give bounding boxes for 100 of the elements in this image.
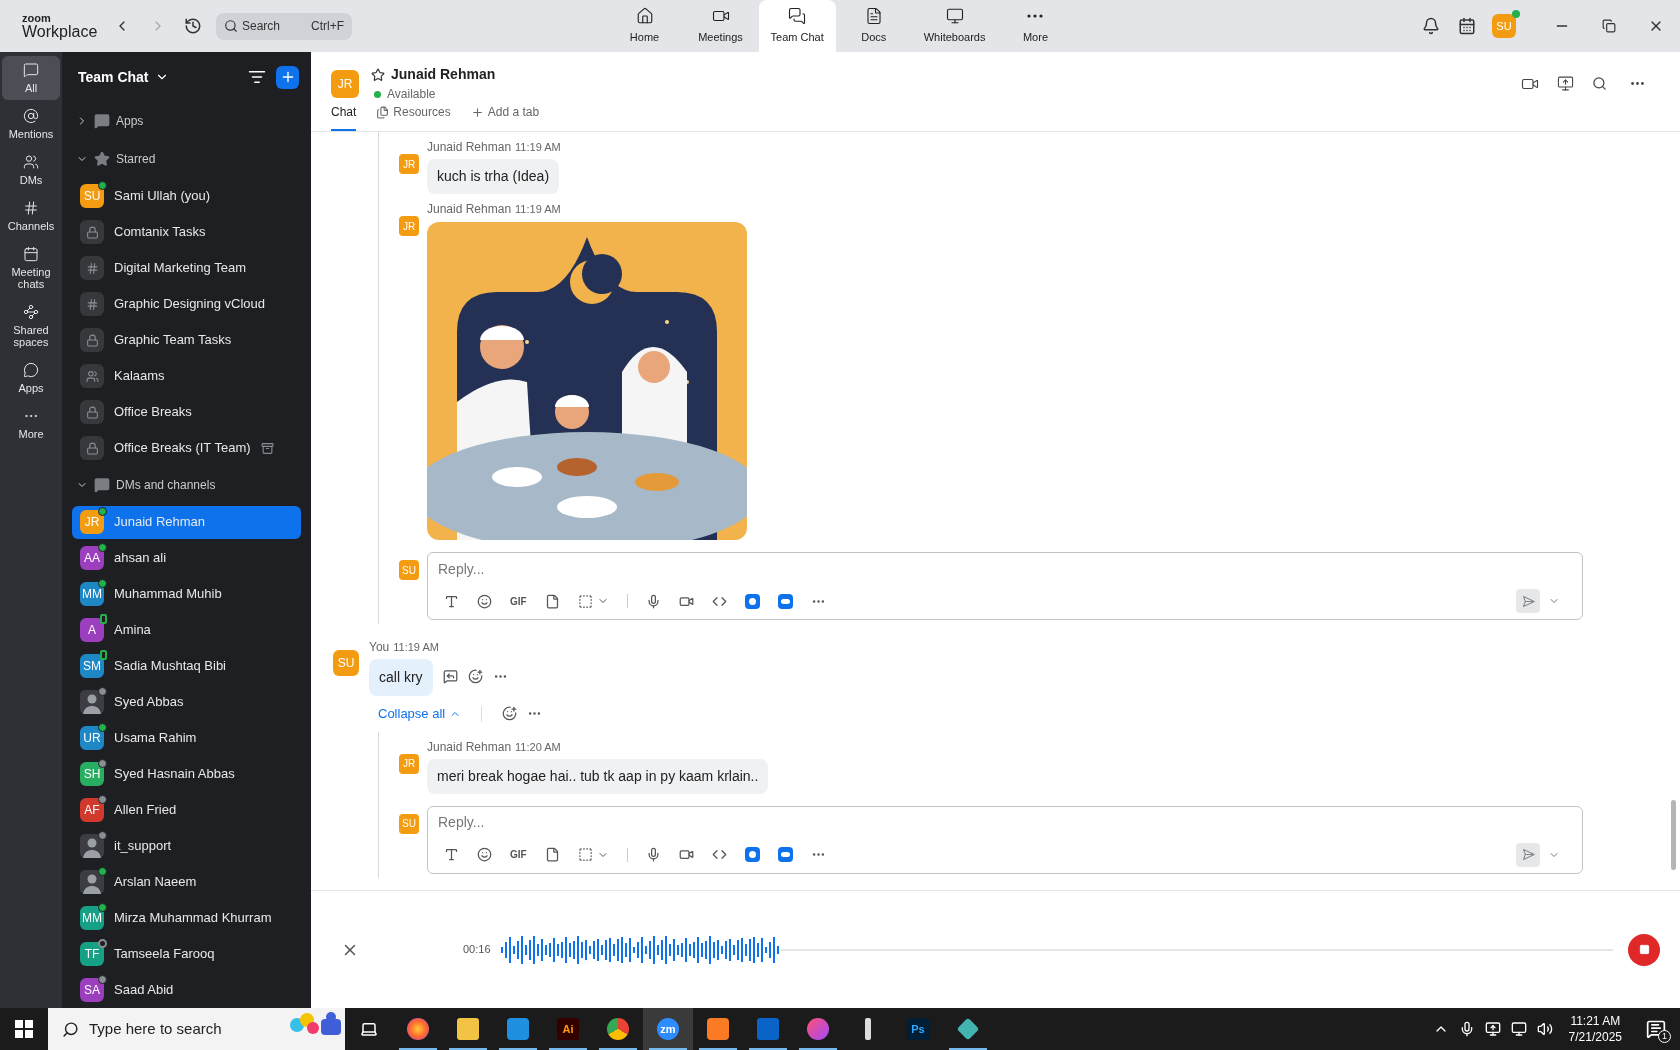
microphone-icon[interactable] <box>645 593 661 609</box>
star-icon[interactable] <box>371 67 385 82</box>
filter-icon[interactable] <box>248 68 266 86</box>
chat-name: it_support <box>114 837 172 856</box>
format-icon[interactable] <box>444 847 459 862</box>
rail-item[interactable]: More <box>2 402 60 446</box>
nav-tab[interactable]: Home <box>606 0 683 52</box>
chat-list-item[interactable]: Graphic Designing vCloud <box>72 287 301 321</box>
taskbar-app-button[interactable]: Ai <box>543 1008 593 1050</box>
network-icon[interactable] <box>1510 1021 1527 1037</box>
chat-list-item[interactable]: it_support <box>72 829 301 863</box>
chat-list-item[interactable]: SH Syed Hasnain Abbas <box>72 757 301 791</box>
sidebar-title[interactable]: Team Chat <box>78 66 149 88</box>
emoji-icon[interactable] <box>477 847 492 862</box>
gif-button[interactable]: GIF <box>510 847 527 862</box>
add-reaction-icon[interactable] <box>467 668 483 684</box>
collapse-all-link[interactable]: Collapse all <box>378 704 462 724</box>
microphone-icon[interactable] <box>645 847 661 862</box>
chat-list-item[interactable]: MM Mirza Muhammad Khurram <box>72 901 301 935</box>
file-icon[interactable] <box>544 593 560 609</box>
chat-list-item[interactable]: SA Saad Abid <box>72 973 301 1007</box>
section-header[interactable]: DMs and channels <box>72 466 301 504</box>
reply-box[interactable]: Reply... GIF <box>427 552 1583 620</box>
chat-list-item[interactable]: Digital Marketing Team <box>72 251 301 285</box>
clock-date[interactable]: 7/21/2025 <box>1568 1029 1622 1045</box>
chat-list-item[interactable]: MM Muhammad Muhib <box>72 577 301 611</box>
emoji-icon[interactable] <box>477 593 492 609</box>
gif-button[interactable]: GIF <box>510 593 527 609</box>
chat-tab[interactable]: Add a tab <box>470 103 540 131</box>
code-icon[interactable] <box>711 847 727 862</box>
people-icon <box>23 154 39 170</box>
app-icon[interactable] <box>744 593 760 609</box>
chat-list-item[interactable]: Kalaams <box>72 359 301 393</box>
history-icon[interactable] <box>184 17 202 35</box>
notification-center-icon[interactable] <box>1646 1019 1666 1039</box>
logo-text: Workplace <box>22 23 99 40</box>
reply-icon[interactable] <box>442 668 458 684</box>
format-icon[interactable] <box>444 593 459 609</box>
chat-list-item[interactable]: Syed Abbas <box>72 685 301 719</box>
reply-input[interactable]: Reply... <box>438 812 1572 833</box>
chat-name: Arslan Naeem <box>114 873 197 892</box>
rail-item[interactable]: Meeting chats <box>2 240 60 296</box>
video-icon[interactable] <box>678 847 694 862</box>
rail-item[interactable]: Mentions <box>2 102 60 146</box>
task-view-icon[interactable] <box>360 1020 378 1038</box>
chat-tab[interactable]: Resources <box>376 103 451 131</box>
search-icon[interactable] <box>1592 76 1607 91</box>
clock-time[interactable]: 11:21 AM <box>1570 1013 1621 1029</box>
add-reaction-icon[interactable] <box>502 706 518 722</box>
send-button[interactable] <box>1516 589 1540 613</box>
avatar: JR <box>399 154 419 174</box>
calendar-icon[interactable] <box>1458 17 1476 35</box>
stop-recording-button[interactable] <box>1628 933 1660 966</box>
chat-list-item[interactable]: SU Sami Ullah (you) <box>72 179 301 213</box>
restore-icon[interactable] <box>1602 19 1616 33</box>
rail-item[interactable]: Apps <box>2 356 60 400</box>
nav-tab[interactable]: Docs <box>835 0 912 52</box>
send-button[interactable] <box>1516 842 1540 867</box>
app-icon[interactable] <box>744 847 760 862</box>
taskbar-search-field[interactable]: Type here to search <box>48 1008 345 1050</box>
chat-bubble-icon <box>94 113 110 129</box>
rail-item[interactable]: DMs <box>2 148 60 192</box>
chat-list-item[interactable]: Office Breaks (IT Team) <box>72 431 301 465</box>
display-icon[interactable] <box>1484 1021 1501 1037</box>
share-screen-icon[interactable] <box>1557 75 1574 92</box>
chat-list-item[interactable]: AA ahsan ali <box>72 541 301 575</box>
rail-item[interactable]: Shared spaces <box>2 298 60 354</box>
chat-list-item[interactable]: AF Allen Fried <box>72 793 301 827</box>
file-icon[interactable] <box>544 847 560 862</box>
app-icon[interactable] <box>777 593 793 609</box>
chat-list-item[interactable]: JR Junaid Rehman <box>72 505 301 539</box>
chat-list-item[interactable]: Comtanix Tasks <box>72 215 301 249</box>
rail-item[interactable]: Channels <box>2 194 60 238</box>
screenshot-icon[interactable] <box>577 847 593 862</box>
reply-input[interactable]: Reply... <box>438 559 1572 579</box>
chat-list-item[interactable]: UR Usama Rahim <box>72 721 301 755</box>
new-chat-button[interactable] <box>276 65 299 89</box>
app-icon[interactable] <box>777 847 793 862</box>
screenshot-icon[interactable] <box>577 593 593 609</box>
chat-list-item[interactable]: A Amina <box>72 613 301 647</box>
nav-tab[interactable]: More <box>997 0 1074 52</box>
section-header[interactable]: Starred <box>72 140 301 178</box>
chat-list-item[interactable]: Office Breaks <box>72 395 301 429</box>
search-field[interactable]: Search Ctrl+F <box>216 12 352 40</box>
rail-item[interactable]: All <box>2 56 60 100</box>
taskbar-app-button[interactable]: Ps <box>893 1008 943 1050</box>
nav-tab[interactable]: Meetings <box>682 0 759 52</box>
volume-icon[interactable] <box>1536 1021 1553 1037</box>
notification-icon[interactable] <box>1422 17 1440 35</box>
nav-tab[interactable]: Team Chat <box>758 0 836 52</box>
nav-tab[interactable]: Whiteboards <box>911 0 998 52</box>
chat-tab[interactable]: Chat <box>331 103 357 131</box>
section-header[interactable]: Apps <box>72 102 301 140</box>
chat-list-item[interactable]: TF Tamseela Farooq <box>72 937 301 971</box>
reply-box[interactable]: Reply... GIF <box>427 805 1583 874</box>
start-button[interactable] <box>15 1020 33 1038</box>
chat-list-item[interactable]: Graphic Team Tasks <box>72 323 301 357</box>
chat-list-item[interactable]: SM Sadia Mushtaq Bibi <box>72 649 301 683</box>
scrollbar-thumb[interactable] <box>1671 800 1676 870</box>
chat-list-item[interactable]: Arslan Naeem <box>72 865 301 899</box>
